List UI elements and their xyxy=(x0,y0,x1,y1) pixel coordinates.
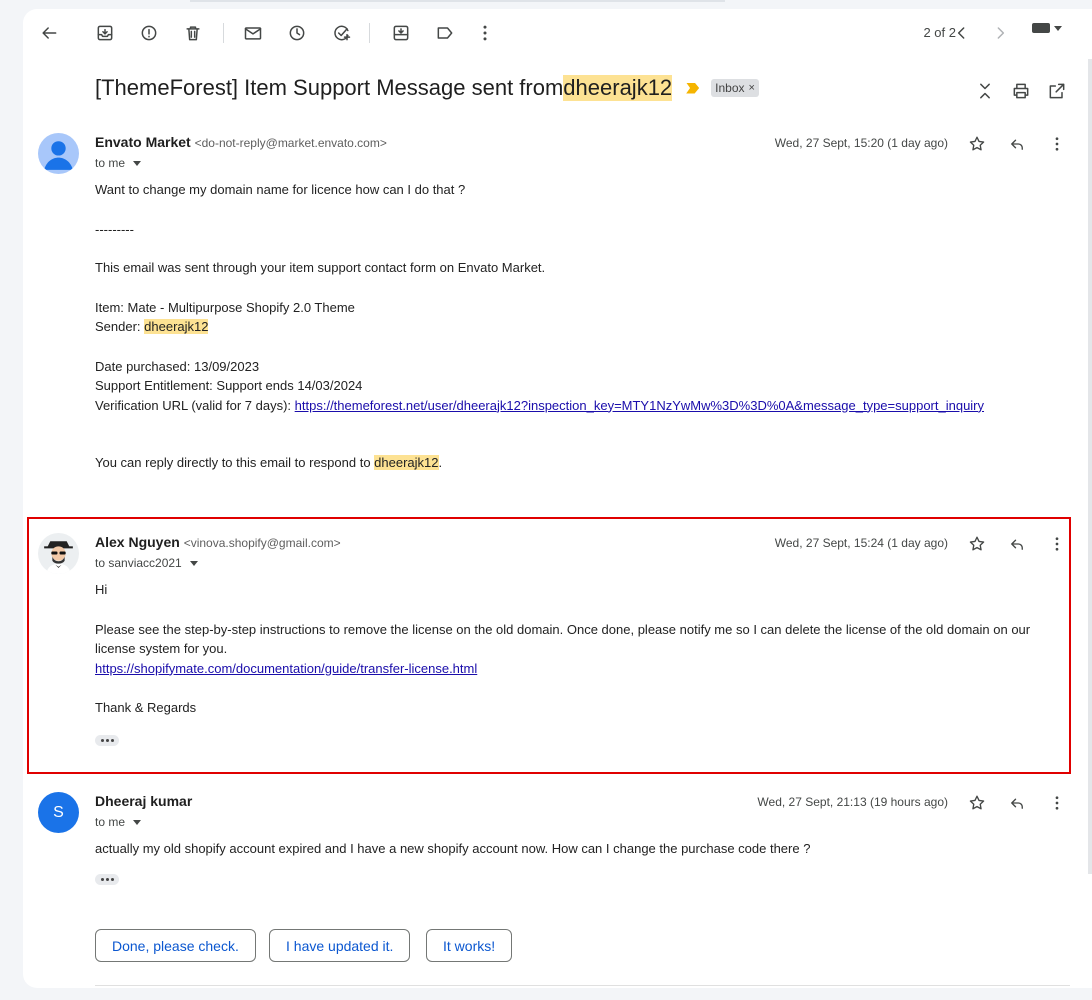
body-line: Support Entitlement: Support ends 14/03/… xyxy=(95,378,363,393)
search-highlight: dheerajk12 xyxy=(144,319,209,334)
body-line: You can reply directly to this email to … xyxy=(95,453,1055,473)
body-line: --------- xyxy=(95,221,134,237)
smart-reply-updated[interactable]: I have updated it. xyxy=(269,929,411,962)
smart-reply-works[interactable]: It works! xyxy=(426,929,513,962)
body-text: . xyxy=(438,455,443,470)
star-icon[interactable] xyxy=(965,132,989,156)
chevron-down-icon xyxy=(1054,25,1062,31)
sender-line: Dheeraj kumar xyxy=(95,793,192,809)
body-line: Verification URL (valid for 7 days): htt… xyxy=(95,396,1055,416)
body-line: https://shopifymate.com/documentation/gu… xyxy=(95,659,1045,679)
toolbar-divider xyxy=(223,23,224,43)
label-icon[interactable] xyxy=(431,21,459,45)
top-strip xyxy=(190,0,725,2)
body-line: Date purchased: 13/09/2023 xyxy=(95,358,260,374)
body-text: Verification URL (valid for 7 days): xyxy=(95,397,295,413)
subject-highlight: dheerajk12 xyxy=(563,75,673,101)
back-arrow-icon[interactable] xyxy=(35,21,63,45)
print-icon[interactable] xyxy=(1009,79,1033,103)
more-vert-icon[interactable] xyxy=(471,21,499,45)
snooze-icon[interactable] xyxy=(283,21,311,45)
message-date: Wed, 27 Sept, 21:13 (19 hours ago) xyxy=(757,795,948,809)
recipient-toggle[interactable]: to me xyxy=(95,815,142,829)
sender-address: <vinova.shopify@gmail.com> xyxy=(183,536,341,550)
body-line: Want to change my domain name for licenc… xyxy=(95,182,466,197)
inbox-label-text: Inbox xyxy=(715,81,745,95)
collapse-all-icon[interactable] xyxy=(973,79,997,103)
delete-icon[interactable] xyxy=(179,21,207,45)
newer-chevron-icon[interactable] xyxy=(948,21,976,45)
recipient-toggle[interactable]: to sanviacc2021 xyxy=(95,556,198,570)
chevron-down-icon xyxy=(133,160,142,166)
reply-icon[interactable] xyxy=(1005,532,1029,556)
scrollbar[interactable] xyxy=(1088,59,1092,874)
search-highlight: dheerajk12 xyxy=(374,455,439,470)
sender-name[interactable]: Envato Market xyxy=(95,134,191,150)
message-body: Hi Please see the step-by-step instructi… xyxy=(95,580,1045,747)
keyboard-icon[interactable] xyxy=(1032,23,1062,33)
verification-link[interactable]: https://themeforest.net/user/dheerajk12?… xyxy=(295,398,984,413)
remove-label-icon[interactable]: × xyxy=(749,82,755,94)
body-line: Please see the step-by-step instructions… xyxy=(95,621,1031,657)
message-date: Wed, 27 Sept, 15:20 (1 day ago) xyxy=(774,136,948,150)
toolbar-divider xyxy=(369,23,370,43)
body-text: You can reply directly to this email to … xyxy=(95,455,375,470)
email-subject: [ThemeForest] Item Support Message sent … xyxy=(95,75,759,101)
reply-icon[interactable] xyxy=(1005,132,1029,156)
recipient-toggle[interactable]: to me xyxy=(95,156,142,170)
sender-name[interactable]: Alex Nguyen xyxy=(95,534,180,550)
star-icon[interactable] xyxy=(965,791,989,815)
body-line: Hi xyxy=(95,582,108,597)
avatar[interactable] xyxy=(38,533,79,574)
show-trimmed-content-icon[interactable] xyxy=(95,873,119,885)
mark-unread-icon[interactable] xyxy=(239,21,267,45)
recipient-text: to me xyxy=(95,156,126,170)
message-body: actually my old shopify account expired … xyxy=(95,839,1045,886)
inbox-label-chip: Inbox × xyxy=(711,79,759,97)
message-body: Want to change my domain name for licenc… xyxy=(95,180,1055,473)
body-line xyxy=(95,728,1045,748)
body-line: actually my old shopify account expired … xyxy=(95,841,811,856)
archive-icon[interactable] xyxy=(91,21,119,45)
important-marker-icon[interactable] xyxy=(686,82,700,94)
add-task-icon[interactable] xyxy=(328,21,356,45)
chevron-down-icon xyxy=(133,819,142,825)
body-line: Item: Mate - Multipurpose Shopify 2.0 Th… xyxy=(95,299,355,315)
recipient-text: to me xyxy=(95,815,126,829)
body-text: Sender: xyxy=(95,319,145,334)
avatar[interactable] xyxy=(38,133,79,174)
email-view-panel: 2 of 2 [ThemeForest] Item Support Messag… xyxy=(23,9,1092,988)
show-trimmed-content-icon[interactable] xyxy=(95,734,119,746)
reply-icon[interactable] xyxy=(1005,791,1029,815)
body-line: This email was sent through your item su… xyxy=(95,260,546,275)
chevron-down-icon xyxy=(189,560,198,566)
more-vert-icon[interactable] xyxy=(1045,791,1069,815)
subject-text: [ThemeForest] Item Support Message sent … xyxy=(95,75,564,100)
body-line: Thank & Regards xyxy=(95,700,197,715)
keyboard-glyph xyxy=(1032,23,1050,33)
older-chevron-icon[interactable] xyxy=(986,21,1014,45)
sender-line: Envato Market <do-not-reply@market.envat… xyxy=(95,134,387,150)
body-line xyxy=(95,867,1045,887)
smart-reply-done[interactable]: Done, please check. xyxy=(95,929,256,962)
message-date: Wed, 27 Sept, 15:24 (1 day ago) xyxy=(774,536,948,550)
sender-line: Alex Nguyen <vinova.shopify@gmail.com> xyxy=(95,534,341,550)
body-line: Sender: dheerajk12 xyxy=(95,317,1055,337)
open-new-window-icon[interactable] xyxy=(1045,79,1069,103)
divider xyxy=(95,985,1070,986)
transfer-license-link[interactable]: https://shopifymate.com/documentation/gu… xyxy=(95,661,477,676)
sender-name[interactable]: Dheeraj kumar xyxy=(95,793,192,809)
sender-address: <do-not-reply@market.envato.com> xyxy=(194,136,387,150)
more-vert-icon[interactable] xyxy=(1045,132,1069,156)
recipient-text: to sanviacc2021 xyxy=(95,556,182,570)
more-vert-icon[interactable] xyxy=(1045,532,1069,556)
report-spam-icon[interactable] xyxy=(135,21,163,45)
move-to-icon[interactable] xyxy=(387,21,415,45)
star-icon[interactable] xyxy=(965,532,989,556)
avatar[interactable]: S xyxy=(38,792,79,833)
